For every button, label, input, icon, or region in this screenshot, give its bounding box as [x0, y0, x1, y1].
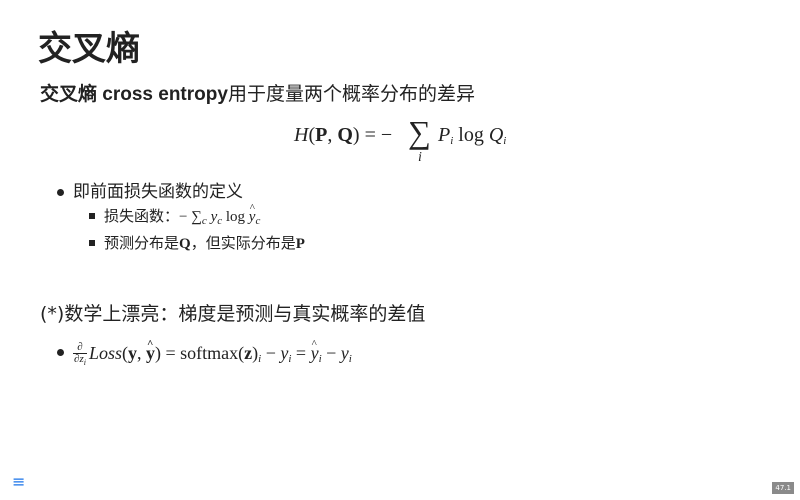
formula-rhs: Pi log Qi	[438, 124, 507, 147]
dist-mid: ，但实际分布是	[190, 234, 296, 252]
dist-q: Q	[179, 236, 191, 252]
loss-prefix: 损失函数：	[104, 207, 180, 225]
formula-sigma: ∑	[408, 114, 431, 150]
bullet-text: 即前面损失函数的定义	[73, 182, 243, 202]
dist-prefix: 预测分布是	[104, 234, 180, 252]
menu-icon[interactable]: ≡	[12, 474, 25, 490]
page-number: 47.1	[772, 482, 794, 494]
subtitle-rest: 用于度量两个概率分布的差异	[227, 83, 475, 105]
subtitle-prefix-en: cross entropy	[102, 84, 228, 105]
dist-p: P	[295, 236, 305, 252]
section-heading: (*)数学上漂亮：梯度是预测与真实概率的差值	[40, 303, 426, 325]
sub-list: 损失函数：− ∑c yc log yc 预测分布是Q，但实际分布是P	[73, 197, 305, 255]
formula-sum-index: i	[418, 150, 422, 165]
bullet-list: 即前面损失函数的定义 损失函数：− ∑c yc log yc 预测分布是Q，但实…	[57, 180, 305, 255]
list-item: 损失函数：− ∑c yc log yc	[89, 197, 305, 232]
formula-lhs: H(P, Q) = −	[294, 124, 393, 146]
loss-math: − ∑c yc log yc	[179, 197, 260, 227]
partial-fraction: ∂ ∂zi	[73, 340, 87, 367]
list-item: ∂∂ziLoss(y, y) = softmax(z)i − yi = yi −…	[57, 331, 352, 372]
list-item: 预测分布是Q，但实际分布是P	[89, 232, 305, 255]
list-item: 即前面损失函数的定义 损失函数：− ∑c yc log yc 预测分布是Q，但实…	[57, 180, 305, 255]
slide: 交叉熵 交叉熵 cross entropy用于度量两个概率分布的差异 H(P, …	[0, 0, 800, 500]
slide-subtitle: 交叉熵 cross entropy用于度量两个概率分布的差异	[40, 80, 475, 109]
gradient-list: ∂∂ziLoss(y, y) = softmax(z)i − yi = yi −…	[57, 331, 352, 372]
subtitle-prefix-cn: 交叉熵	[40, 84, 103, 105]
slide-title: 交叉熵	[38, 29, 140, 69]
